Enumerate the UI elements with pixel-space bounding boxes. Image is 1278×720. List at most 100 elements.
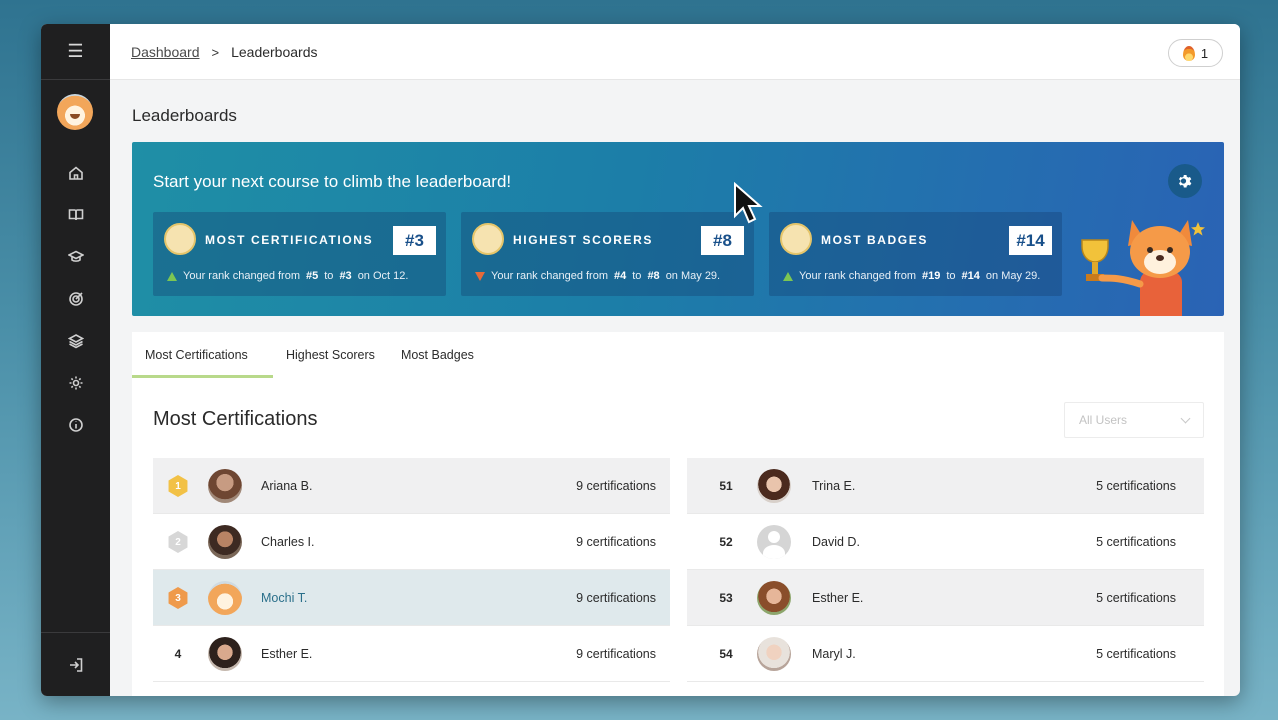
breadcrumb-dashboard-link[interactable]: Dashboard [131, 44, 200, 60]
certification-count: 5 certifications [1096, 478, 1176, 493]
note-from: #4 [614, 270, 627, 282]
breadcrumb: Dashboard > Leaderboards [131, 44, 318, 60]
tab-highest-scorers[interactable]: Highest Scorers [273, 332, 388, 378]
note-date: on May 29. [985, 270, 1041, 282]
user-name: Maryl J. [812, 646, 856, 661]
tab-most-badges[interactable]: Most Badges [388, 332, 487, 378]
book-icon[interactable] [41, 194, 110, 236]
user-name: David D. [812, 534, 860, 549]
rank-number: 53 [719, 590, 733, 605]
note-date: on Oct 12. [357, 270, 409, 282]
certification-count: 9 certifications [576, 590, 656, 605]
avatar [208, 581, 242, 615]
card-most-certifications[interactable]: MOST CERTIFICATIONS #3 Your rank changed… [153, 212, 446, 296]
note-prefix: Your rank changed from [183, 270, 300, 282]
certification-count: 5 certifications [1096, 646, 1176, 661]
note-to: #3 [339, 270, 352, 282]
note-to: #8 [647, 270, 660, 282]
home-icon[interactable] [41, 152, 110, 194]
note-to-word: to [946, 270, 956, 282]
card-name: MOST BADGES [821, 233, 928, 247]
sidebar: ☰ [41, 24, 110, 696]
info-icon[interactable] [41, 404, 110, 446]
leaderboard-banner: Start your next course to climb the lead… [132, 142, 1224, 316]
user-name: Esther E. [812, 590, 864, 605]
leaderboard-list-right: 51 Trina E. 5 certifications 52 David D.… [687, 458, 1204, 682]
table-row[interactable]: 54 Maryl J. 5 certifications [687, 626, 1204, 682]
certification-count: 9 certifications [576, 646, 656, 661]
topbar: Dashboard > Leaderboards 1 [110, 24, 1240, 80]
gear-icon [1179, 175, 1192, 188]
card-note: Your rank changed from #19 to #14 on May… [783, 270, 1040, 282]
leaderboard-tabs: Most Certifications Highest Scorers Most… [132, 332, 487, 378]
page-title: Leaderboards [132, 106, 237, 125]
app-window: ☰ Dashboard > Leaderboards 1 Leaderboard… [41, 24, 1240, 696]
card-most-badges[interactable]: MOST BADGES #14 Your rank changed from #… [769, 212, 1062, 296]
streak-badge[interactable]: 1 [1168, 39, 1223, 67]
table-row[interactable]: 1 Ariana B. 9 certifications [153, 458, 670, 514]
graduation-cap-icon[interactable] [41, 236, 110, 278]
rank-number: 4 [174, 646, 182, 661]
note-from: #5 [306, 270, 319, 282]
table-row[interactable]: 53 Esther E. 5 certifications [687, 570, 1204, 626]
user-name: Esther E. [261, 646, 313, 661]
certification-count: 9 certifications [576, 534, 656, 549]
user-name: Ariana B. [261, 478, 313, 493]
note-date: on May 29. [665, 270, 721, 282]
tab-most-certifications[interactable]: Most Certifications [132, 332, 273, 378]
settings-icon[interactable] [41, 362, 110, 404]
arrow-up-icon [167, 271, 177, 281]
user-filter-select[interactable]: All Users [1064, 402, 1204, 438]
logout-icon[interactable] [41, 632, 110, 696]
certification-count: 9 certifications [576, 478, 656, 493]
note-prefix: Your rank changed from [799, 270, 916, 282]
layers-icon[interactable] [41, 320, 110, 362]
arrow-down-icon [475, 271, 485, 281]
banner-title: Start your next course to climb the lead… [153, 172, 512, 191]
leaderboard-panel: Most Certifications Highest Scorers Most… [132, 332, 1224, 696]
sidebar-nav [41, 152, 110, 446]
avatar[interactable] [57, 94, 93, 130]
avatar [757, 469, 791, 503]
note-to-word: to [632, 270, 642, 282]
flame-icon [1182, 45, 1195, 61]
menu-icon[interactable]: ☰ [41, 24, 110, 80]
silver-medal-icon: 2 [168, 531, 188, 553]
streak-count: 1 [1200, 45, 1209, 61]
lightbulb-icon [780, 223, 812, 255]
note-prefix: Your rank changed from [491, 270, 608, 282]
card-rank: #14 [1009, 226, 1052, 255]
bronze-medal-icon: 3 [168, 587, 188, 609]
user-name: Trina E. [812, 478, 856, 493]
card-highest-scorers[interactable]: HIGHEST SCORERS #8 Your rank changed fro… [461, 212, 754, 296]
breadcrumb-separator: > [211, 44, 220, 60]
target-icon[interactable] [41, 278, 110, 320]
rank-number: 54 [719, 646, 733, 661]
user-name: Charles I. [261, 534, 315, 549]
certification-count: 5 certifications [1096, 534, 1176, 549]
breadcrumb-current: Leaderboards [231, 44, 318, 60]
gold-medal-icon: 1 [168, 475, 188, 497]
leaderboard-list-left: 1 Ariana B. 9 certifications 2 Charles I… [153, 458, 670, 682]
table-row[interactable]: 2 Charles I. 9 certifications [153, 514, 670, 570]
avatar [757, 637, 791, 671]
table-row[interactable]: 52 David D. 5 certifications [687, 514, 1204, 570]
avatar [757, 581, 791, 615]
note-to: #14 [961, 270, 980, 282]
filter-value: All Users [1079, 413, 1128, 427]
rank-number: 51 [719, 478, 733, 493]
arrow-up-icon [783, 271, 793, 281]
table-row-current-user[interactable]: 3 Mochi T. 9 certifications [153, 570, 670, 626]
chevron-down-icon [1180, 413, 1191, 423]
card-name: HIGHEST SCORERS [513, 233, 654, 247]
avatar [208, 469, 242, 503]
certification-count: 5 certifications [1096, 590, 1176, 605]
default-avatar-icon [757, 525, 791, 559]
table-row[interactable]: 4 Esther E. 9 certifications [153, 626, 670, 682]
banner-settings-button[interactable] [1168, 164, 1202, 198]
crown-icon [164, 223, 196, 255]
card-rank: #8 [701, 226, 744, 255]
table-row[interactable]: 51 Trina E. 5 certifications [687, 458, 1204, 514]
avatar [208, 525, 242, 559]
fox-mascot-trophy-illustration [1081, 220, 1205, 316]
